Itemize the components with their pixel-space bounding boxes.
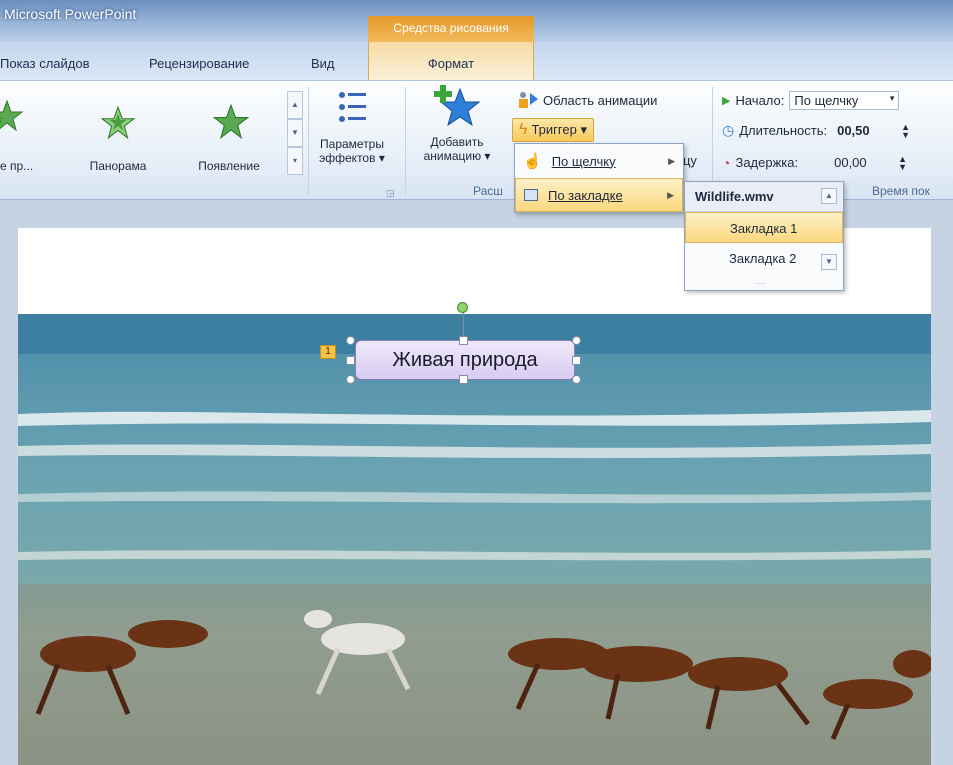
resize-handle-se[interactable]	[572, 375, 581, 384]
bookmark-submenu: Wildlife.wmv Закладка 1 Закладка 2 ▲ ▼ ·…	[684, 181, 844, 291]
submenu-arrow-icon: ▶	[667, 189, 674, 200]
resize-handle-s[interactable]	[459, 375, 468, 384]
delay-row: ◔ Задержка: 00,00 ▲ ▼	[722, 153, 907, 172]
resize-handle-ne[interactable]	[572, 336, 581, 345]
menu-item-on-bookmark[interactable]: По закладке ▶	[515, 178, 683, 212]
list-icon	[339, 92, 366, 122]
resize-handle-n[interactable]	[459, 336, 468, 345]
duration-row: ◷ Длительность: 00,50 ▲ ▼	[722, 121, 910, 140]
effect-label: Панорама	[89, 159, 147, 173]
start-label: Начало:	[735, 93, 785, 108]
delay-spinner[interactable]: ▲ ▼	[898, 154, 907, 171]
tab-view[interactable]: Вид	[311, 56, 335, 71]
rotation-handle[interactable]	[457, 302, 468, 313]
effect-label: Появление	[198, 159, 260, 173]
add-animation-star-icon	[434, 85, 480, 127]
resize-handle-w[interactable]	[346, 356, 355, 365]
duration-input[interactable]: 00,50	[832, 121, 902, 140]
gallery-scroll[interactable]: ▲ ▼ ▾	[287, 91, 303, 177]
menu-item-on-click[interactable]: ☝ По щелчку ▶	[515, 144, 683, 178]
start-row: ▶ Начало: По щелчку ▾	[722, 91, 900, 110]
effect-options-line1: Параметры	[320, 137, 384, 151]
animation-order-badge[interactable]: 1	[320, 345, 336, 359]
submenu-scroll-down[interactable]: ▼	[821, 254, 837, 270]
delay-clock-icon: ◔	[722, 154, 731, 171]
star-partial-icon	[0, 99, 24, 132]
duration-spinner[interactable]: ▲ ▼	[901, 122, 910, 139]
gallery-down-button[interactable]: ▼	[287, 119, 303, 147]
ribbon-tabs: Показ слайдов Рецензирование Вид Формат	[0, 42, 953, 80]
title-bar: Microsoft PowerPoint Средства рисования	[0, 0, 953, 42]
play-icon: ▶	[722, 95, 731, 107]
menu-item-label: По щелчку	[551, 153, 616, 169]
divider	[308, 87, 309, 195]
tab-format[interactable]: Формат	[368, 42, 534, 80]
start-select[interactable]: По щелчку ▾	[789, 91, 900, 110]
effect-label: е пр...	[0, 159, 34, 173]
add-animation-button[interactable]: Добавить анимацию ▾	[412, 83, 502, 163]
add-animation-line2: анимацию ▾	[423, 149, 491, 163]
divider	[712, 87, 713, 195]
effect-partial[interactable]: е пр...	[0, 81, 60, 181]
bookmark-item-1[interactable]: Закладка 1	[685, 212, 843, 243]
divider	[405, 87, 406, 195]
dialog-launcher-icon[interactable]: ◲	[386, 188, 395, 199]
effect-options-line2: эффектов ▾	[319, 151, 385, 165]
clock-icon: ◷	[722, 122, 735, 138]
gallery-up-button[interactable]: ▲	[287, 91, 303, 119]
resize-grip[interactable]: ····	[755, 279, 766, 288]
submenu-scroll-up[interactable]: ▲	[821, 188, 837, 204]
effect-options-button[interactable]: Параметры эффектов ▾	[312, 87, 392, 165]
submenu-arrow-icon: ▶	[668, 155, 675, 166]
group-extended-label: Расш	[473, 184, 503, 198]
gallery-more-button[interactable]: ▾	[287, 147, 303, 175]
slide[interactable]	[18, 228, 931, 765]
animation-pane-label: Область анимации	[543, 92, 658, 108]
star-appear-icon	[212, 103, 250, 140]
trigger-button[interactable]: ϟ Триггер ▾	[512, 118, 594, 142]
effect-panorama[interactable]: Панорама	[78, 81, 158, 181]
lightning-icon: ϟ	[519, 121, 528, 138]
resize-handle-sw[interactable]	[346, 375, 355, 384]
slide-textbox[interactable]: Живая природа	[355, 340, 575, 380]
trigger-label: Триггер ▾	[531, 122, 587, 137]
star-panorama-icon	[100, 105, 136, 140]
tab-slideshow[interactable]: Показ слайдов	[0, 56, 90, 71]
animation-pane-icon	[519, 92, 538, 108]
menu-item-label: По закладке	[548, 187, 623, 203]
group-timing-label: Время пок	[872, 184, 930, 198]
bookmark-item-2[interactable]: Закладка 2	[685, 243, 843, 274]
app-title: Microsoft PowerPoint	[4, 6, 137, 22]
add-animation-line1: Добавить	[430, 135, 484, 149]
trigger-menu: ☝ По щелчку ▶ По закладке ▶	[514, 143, 684, 213]
resize-handle-nw[interactable]	[346, 336, 355, 345]
resize-handle-e[interactable]	[572, 356, 581, 365]
tab-review[interactable]: Рецензирование	[149, 56, 249, 71]
bookmark-icon	[524, 189, 538, 201]
delay-input[interactable]: 00,00	[829, 153, 899, 172]
effect-appear[interactable]: Появление	[184, 81, 274, 181]
submenu-header: Wildlife.wmv	[685, 182, 843, 212]
delay-label: Задержка:	[735, 155, 799, 170]
context-tools-title: Средства рисования	[368, 16, 534, 42]
beach-horses-photo	[18, 314, 931, 765]
duration-label: Длительность:	[739, 123, 828, 138]
animation-pane-button[interactable]: Область анимации	[518, 91, 657, 109]
mouse-click-icon: ☝	[523, 153, 542, 170]
